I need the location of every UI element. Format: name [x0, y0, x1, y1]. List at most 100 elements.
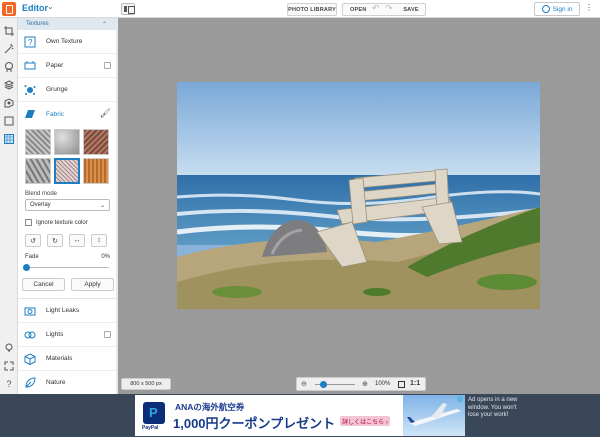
divider — [18, 291, 117, 299]
transform-buttons: ↺ ↻ ↔ ↕ — [18, 234, 117, 247]
zoom-slider-handle[interactable] — [320, 381, 327, 388]
menu-item-label: Lights — [46, 331, 64, 338]
save-button[interactable]: SAVE — [399, 3, 423, 16]
crop-icon[interactable] — [4, 26, 14, 36]
fade-slider-handle[interactable] — [23, 264, 30, 271]
textures-icon[interactable] — [4, 134, 14, 144]
ad-banner[interactable]: PayPal ANAの海外航空券 1,000円クーポンプレゼント 詳しくはこちら… — [135, 395, 465, 436]
menu-item-nature[interactable]: Nature — [18, 371, 117, 394]
zoom-control: ⊖ ⊕ 100% 1:1 — [296, 377, 426, 391]
panel-scrollbar[interactable] — [116, 18, 118, 394]
cube-icon — [24, 352, 36, 365]
menu-item-label: Paper — [46, 62, 64, 69]
brush-icon[interactable]: 🖌 — [100, 108, 111, 119]
texture-swatch[interactable] — [54, 129, 80, 155]
zoom-value: 100% — [375, 381, 391, 387]
fabric-icon — [24, 108, 36, 120]
image-size-badge: 800 x 500 px — [121, 378, 171, 390]
texture-swatch[interactable] — [25, 158, 51, 184]
more-menu-icon[interactable]: ⋮ — [585, 3, 593, 12]
fade-slider[interactable] — [23, 264, 109, 271]
section-title: Textures — [26, 21, 49, 27]
ignore-texture-color-label: Ignore texture color — [36, 219, 88, 226]
texture-swatch[interactable] — [25, 129, 51, 155]
ad-note: Ad opens in a new window. You won't lose… — [468, 397, 518, 418]
menu-item-label: Own Texture — [46, 38, 83, 45]
ad-brand: PayPal — [142, 425, 159, 431]
action-buttons: Cancel Apply — [18, 278, 117, 291]
paper-icon — [24, 60, 36, 72]
premium-checkbox[interactable] — [104, 331, 111, 338]
apply-button[interactable]: Apply — [71, 278, 114, 291]
textures-panel: Textures ⌃ ? Own Texture Paper Grunge Fa… — [18, 18, 118, 394]
camera-icon — [24, 305, 36, 317]
menu-item-label: Nature — [46, 379, 66, 386]
ad-offer: 1,000円クーポンプレゼント — [173, 416, 336, 431]
blend-mode-value: Overlay — [30, 202, 51, 208]
lights-icon — [24, 329, 36, 341]
texture-grid — [18, 126, 117, 187]
rotate-right-button[interactable]: ↻ — [47, 234, 63, 247]
menu-item-own-texture[interactable]: ? Own Texture — [18, 30, 117, 54]
rotate-left-button[interactable]: ↺ — [25, 234, 41, 247]
menu-item-lights[interactable]: Lights — [18, 323, 117, 347]
open-button[interactable]: OPEN — [350, 7, 366, 13]
magic-wand-icon[interactable] — [4, 44, 14, 54]
light-bulb-icon[interactable] — [4, 343, 14, 353]
menu-item-light-leaks[interactable]: Light Leaks — [18, 299, 117, 323]
premium-checkbox[interactable] — [104, 62, 111, 69]
blend-mode-select[interactable]: Overlay ⌄ — [25, 199, 110, 211]
svg-text:?: ? — [28, 38, 33, 47]
cancel-button[interactable]: Cancel — [22, 278, 65, 291]
question-box-icon: ? — [24, 36, 36, 48]
stickers-icon[interactable] — [4, 98, 14, 108]
user-icon — [541, 5, 550, 13]
menu-item-grunge[interactable]: Grunge — [18, 78, 117, 102]
photo-library-button[interactable]: PHOTO LIBRARY — [287, 3, 337, 16]
frame-icon[interactable] — [4, 116, 14, 126]
zoom-in-icon[interactable]: ⊕ — [362, 380, 368, 388]
menu-item-label: Fabric — [46, 110, 65, 118]
menu-item-label: Materials — [46, 355, 73, 362]
chevron-up-icon[interactable]: ⌃ — [102, 21, 107, 28]
ignore-texture-color-row[interactable]: Ignore texture color — [18, 218, 117, 227]
chevron-down-icon[interactable]: ⌄ — [47, 2, 54, 11]
sign-in-button[interactable]: Sign in — [534, 2, 580, 16]
layers-icon[interactable] — [3, 80, 15, 90]
fullscreen-icon[interactable] — [4, 361, 14, 371]
touchup-icon[interactable] — [4, 62, 14, 72]
help-icon[interactable]: ? — [4, 379, 14, 389]
zoom-out-icon[interactable]: ⊖ — [301, 380, 307, 388]
app-logo[interactable] — [2, 2, 16, 16]
fade-label: Fade — [25, 254, 39, 260]
fit-screen-icon[interactable] — [398, 381, 405, 388]
toggle-panel-button[interactable] — [121, 3, 135, 15]
photo-canvas[interactable] — [177, 82, 540, 309]
ad-info-icon[interactable] — [457, 396, 463, 402]
redo-icon[interactable]: ↷ — [385, 3, 393, 14]
tool-rail: ? — [0, 18, 18, 394]
texture-swatch[interactable] — [83, 129, 109, 155]
undo-icon[interactable]: ↶ — [372, 3, 380, 14]
flip-horizontal-button[interactable]: ↔ — [69, 234, 85, 247]
editor-menu-title[interactable]: Editor — [22, 3, 48, 13]
airplane-image — [403, 395, 465, 436]
section-header[interactable]: Textures ⌃ — [18, 18, 117, 30]
texture-swatch[interactable] — [83, 158, 109, 184]
fade-value: 0% — [101, 254, 110, 260]
splatter-icon — [24, 84, 36, 96]
ad-cta-button[interactable]: 詳しくはこちら › — [340, 416, 390, 426]
menu-item-label: Grunge — [46, 86, 68, 93]
menu-item-fabric[interactable]: Fabric 🖌 — [18, 102, 117, 126]
ad-headline: ANAの海外航空券 — [175, 402, 245, 412]
menu-item-materials[interactable]: Materials — [18, 347, 117, 371]
menu-item-paper[interactable]: Paper — [18, 54, 117, 78]
sign-in-label: Sign in — [552, 5, 573, 13]
ignore-texture-color-checkbox[interactable] — [25, 219, 32, 226]
leaf-icon — [24, 376, 36, 389]
actual-size-button[interactable]: 1:1 — [410, 380, 420, 387]
flip-vertical-button[interactable]: ↕ — [91, 234, 107, 247]
fade-row: Fade 0% — [18, 254, 117, 260]
paypal-logo — [143, 402, 165, 424]
texture-swatch-selected[interactable] — [54, 158, 80, 184]
